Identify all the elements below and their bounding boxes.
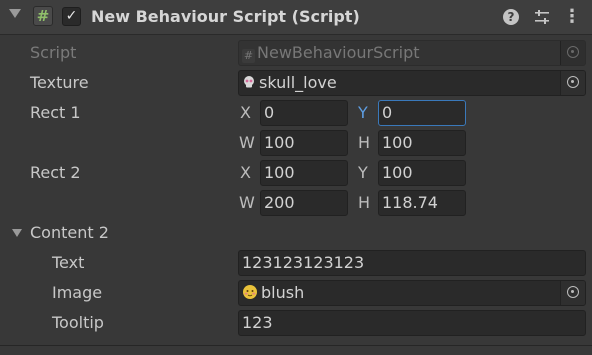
texture-label: Texture — [30, 73, 89, 92]
panel-divider — [0, 345, 592, 346]
texture-value: skull_love — [259, 73, 337, 92]
inspector-panel: # ✓ New Behaviour Script (Script) ? ⋮ Sc… — [0, 0, 592, 355]
image-field[interactable]: blush — [238, 280, 586, 306]
tooltip-input[interactable]: 123 — [238, 310, 586, 336]
blush-emoji-icon — [243, 285, 257, 299]
rect1-y-input[interactable]: 0 — [378, 100, 466, 126]
rect2-x-input[interactable]: 100 — [260, 160, 348, 186]
rect2-y-label[interactable]: Y — [358, 163, 368, 182]
image-value: blush — [261, 283, 305, 302]
rect2-w-input[interactable]: 200 — [260, 190, 348, 216]
help-icon[interactable]: ? — [503, 9, 519, 25]
chevron-down-icon[interactable] — [9, 9, 21, 18]
component-header[interactable]: # ✓ New Behaviour Script (Script) ? ⋮ — [0, 0, 592, 35]
rect2-h-label[interactable]: H — [358, 193, 370, 212]
rect1-x-label[interactable]: X — [240, 103, 251, 122]
text-input[interactable]: 123123123123 — [238, 250, 586, 276]
object-picker-icon[interactable] — [560, 281, 585, 305]
script-field: # NewBehaviourScript — [238, 40, 586, 66]
rect2-w-label[interactable]: W — [239, 193, 255, 212]
rect1-h-label[interactable]: H — [358, 133, 370, 152]
rect2-h-input[interactable]: 118.74 — [378, 190, 466, 216]
rect1-label: Rect 1 — [30, 103, 81, 122]
rect1-w-input[interactable]: 100 — [260, 130, 348, 156]
enable-checkbox[interactable]: ✓ — [62, 7, 81, 26]
text-label: Text — [52, 253, 85, 272]
object-picker-icon[interactable] — [560, 71, 585, 95]
skull-texture-icon — [244, 76, 254, 88]
tooltip-label: Tooltip — [52, 313, 104, 332]
script-value: NewBehaviourScript — [257, 43, 420, 62]
rect2-x-label[interactable]: X — [240, 163, 251, 182]
content2-foldout-label[interactable]: Content 2 — [30, 223, 109, 242]
texture-field[interactable]: skull_love — [238, 70, 586, 96]
rect1-w-label[interactable]: W — [239, 133, 255, 152]
kebab-menu-icon[interactable]: ⋮ — [563, 7, 581, 27]
rect2-y-input[interactable]: 100 — [378, 160, 466, 186]
rect2-label: Rect 2 — [30, 163, 81, 182]
object-picker-icon — [560, 41, 585, 65]
image-label: Image — [52, 283, 103, 302]
rect1-y-label[interactable]: Y — [358, 103, 368, 122]
rect1-x-input[interactable]: 0 — [260, 100, 348, 126]
cs-script-icon: # — [33, 6, 53, 26]
presets-icon[interactable] — [534, 9, 550, 29]
component-title: New Behaviour Script (Script) — [91, 7, 360, 26]
rect1-h-input[interactable]: 100 — [378, 130, 466, 156]
script-asset-icon: # — [242, 49, 255, 63]
chevron-down-icon[interactable] — [12, 229, 22, 237]
script-label: Script — [30, 43, 77, 62]
